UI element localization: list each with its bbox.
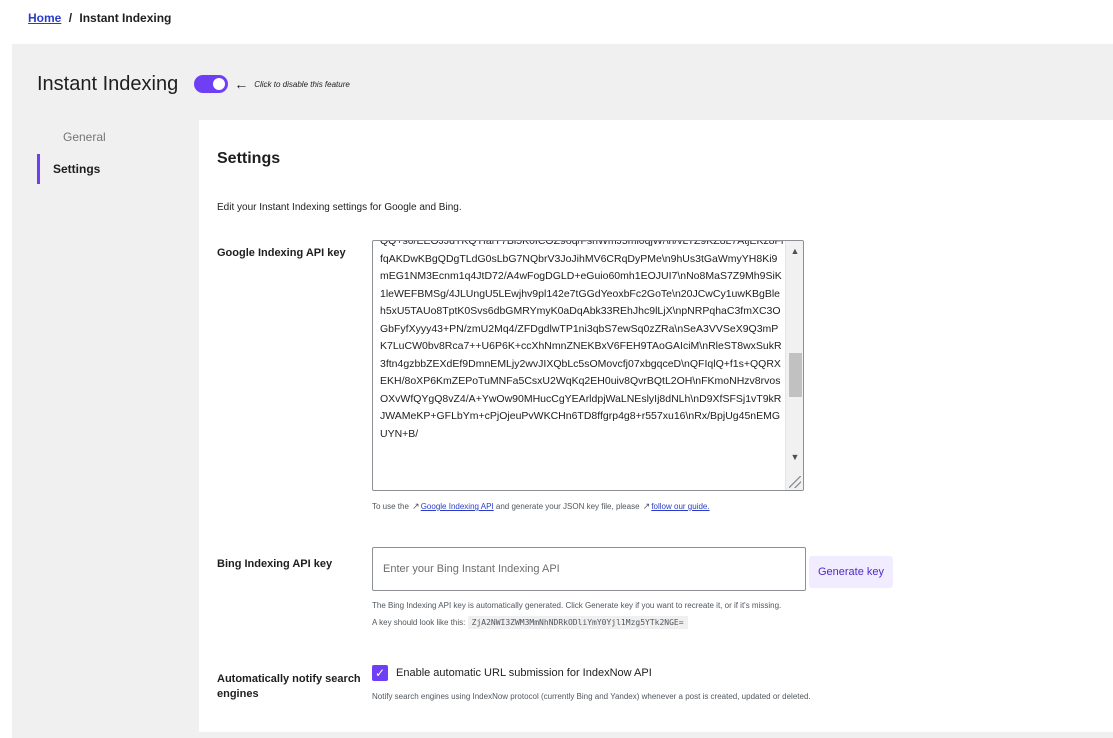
bing-api-key-placeholder: Enter your Bing Instant Indexing API [383,563,560,575]
sidebar-item-general[interactable]: General [37,130,187,148]
bing-api-key-label: Bing Indexing API key [217,558,333,570]
bing-api-note: The Bing Indexing API key is automatical… [372,601,782,610]
breadcrumb-current: Instant Indexing [79,11,172,25]
resize-handle-icon[interactable] [789,476,801,488]
indexnow-checkbox-label[interactable]: Enable automatic URL submission for Inde… [396,667,652,679]
follow-guide-link[interactable]: follow our guide. [651,502,709,511]
checkmark-icon: ✓ [374,666,386,680]
toggle-knob [213,78,226,90]
bing-example-note: A key should look like this: ZjA2NWI3ZWM… [372,616,688,629]
sidebar-item-settings[interactable]: Settings [37,154,187,184]
textarea-scrollbar[interactable]: ▲ ▼ [785,241,803,490]
indexnow-checkbox[interactable]: ✓ [372,665,388,681]
section-title: Settings [217,150,281,167]
page-title: Instant Indexing [37,72,179,95]
notify-note: Notify search engines using IndexNow pro… [372,692,811,701]
google-note-prefix: To use the [372,502,409,511]
google-note-middle: and generate your JSON key file, please [495,502,640,511]
google-api-note: To use the ↗Google Indexing API and gene… [372,501,710,512]
settings-panel: Settings Edit your Instant Indexing sett… [199,120,1113,732]
breadcrumb-separator: / [68,11,73,25]
module-header: Instant Indexing ← Click to disable this… [37,70,350,98]
generate-key-button[interactable]: Generate key [809,556,893,588]
bing-example-key: ZjA2NWI3ZWM3MmNhNDRkODliYmY0Yjl1Mzg5YTk2… [467,616,688,629]
external-link-icon: ↗ [412,501,420,511]
bing-example-prefix: A key should look like this: [372,618,466,627]
notify-label: Automatically notify search engines [217,673,361,701]
scrollbar-thumb[interactable] [789,353,802,397]
toggle-hint: Click to disable this feature [254,79,350,89]
feature-toggle[interactable] [194,75,229,93]
arrow-left-icon: ← [234,76,249,92]
section-description: Edit your Instant Indexing settings for … [217,202,462,213]
breadcrumb-home-link[interactable]: Home [28,11,61,25]
external-link-icon: ↗ [642,501,651,511]
breadcrumb: Home / Instant Indexing [28,11,171,25]
scroll-down-icon[interactable]: ▼ [786,449,803,465]
google-api-key-value: QQ+s0/EEOJJdTKQTfaiY7Bi5K0ICOZ9oq/FsnWmJ… [380,240,784,440]
google-api-key-label: Google Indexing API key [217,247,346,259]
sidebar-nav: General Settings [37,130,187,184]
google-indexing-api-link[interactable]: Google Indexing API [421,502,494,511]
bing-api-key-input[interactable]: Enter your Bing Instant Indexing API [372,547,806,591]
scroll-up-icon[interactable]: ▲ [786,243,803,259]
google-api-key-textarea[interactable]: QQ+s0/EEOJJdTKQTfaiY7Bi5K0ICOZ9oq/FsnWmJ… [372,240,804,491]
